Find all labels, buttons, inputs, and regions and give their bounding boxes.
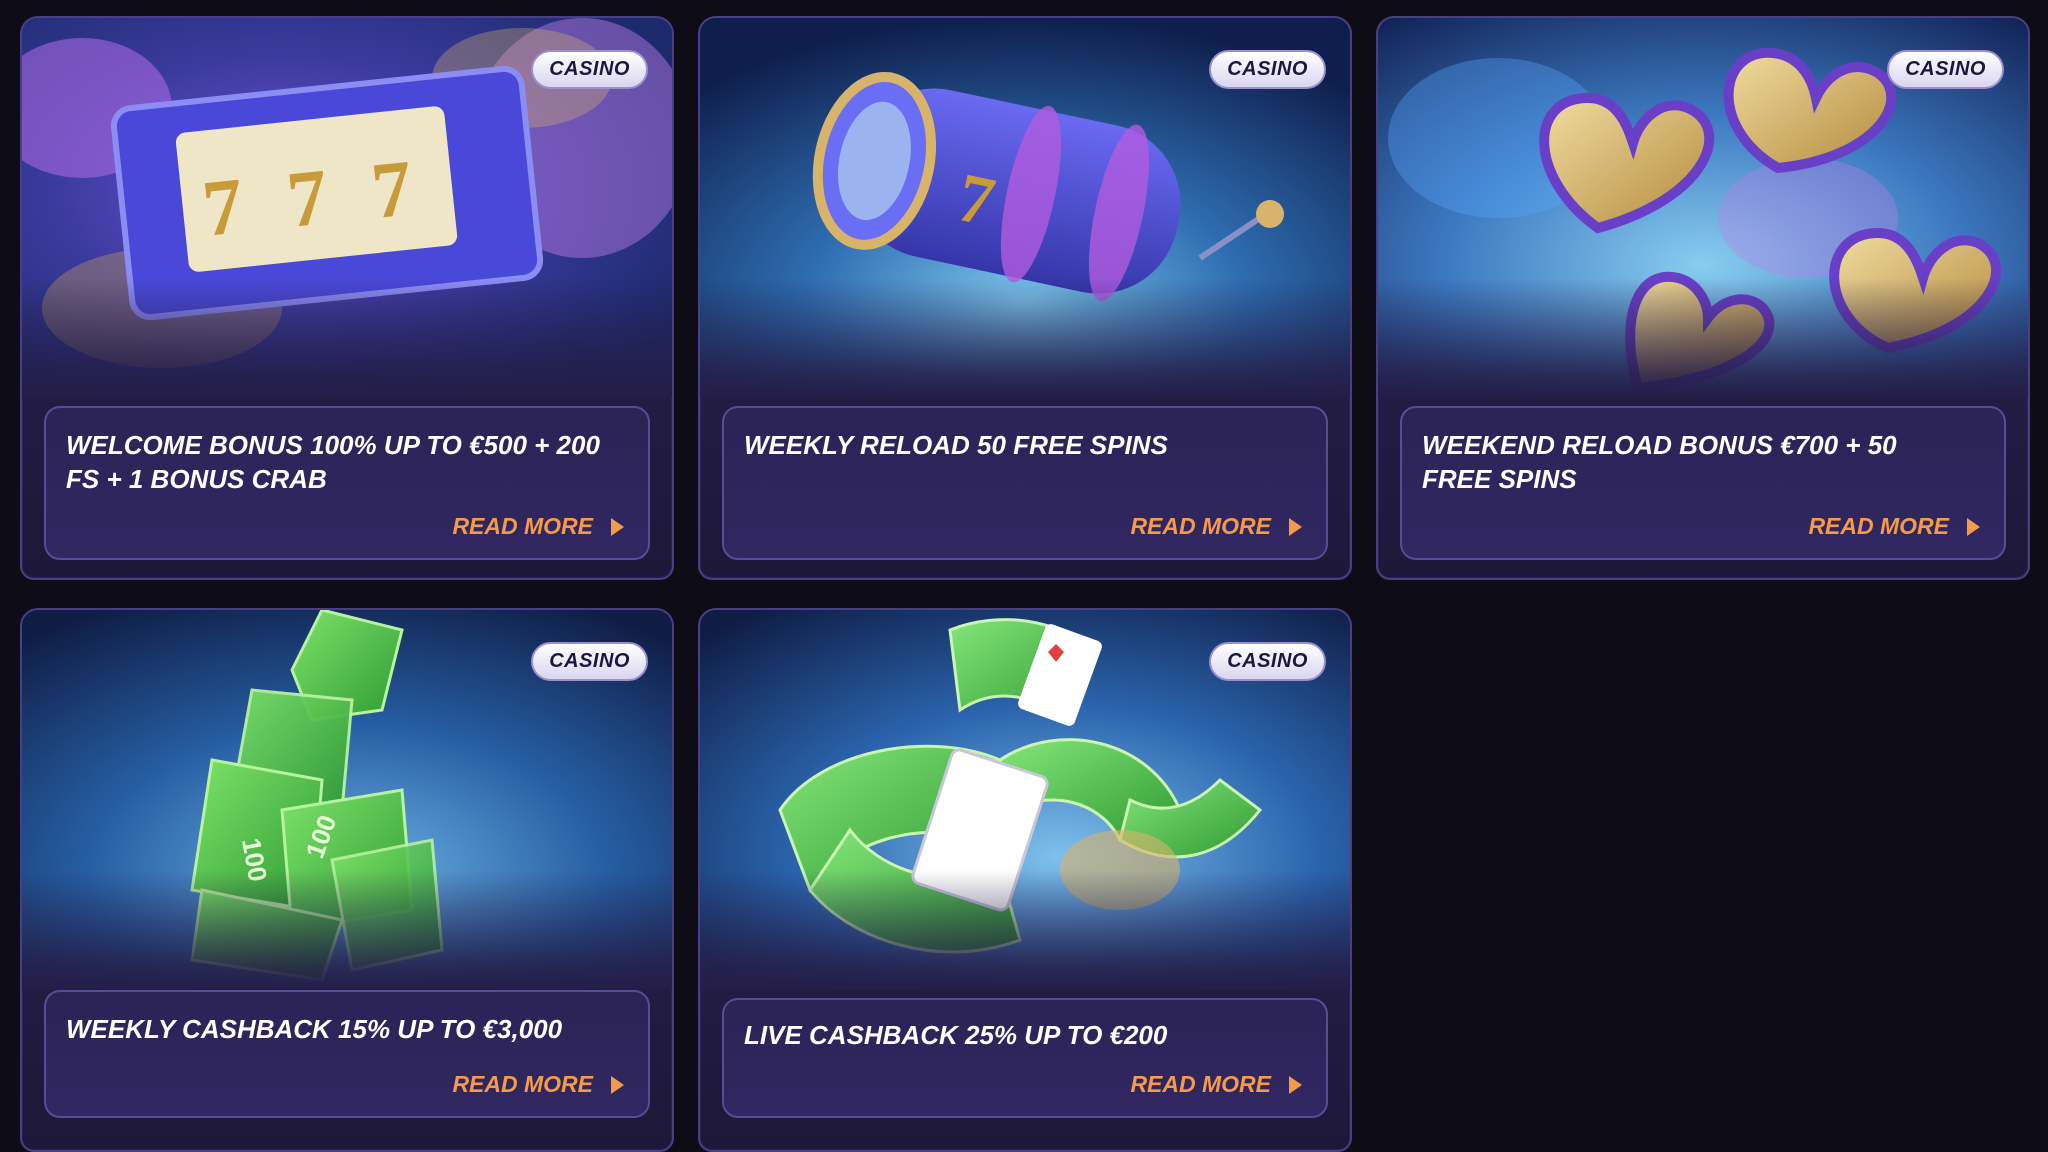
promo-title: WEEKLY CASHBACK 15% UP TO €3,000 <box>66 1014 563 1044</box>
promo-card[interactable]: 100 100 CASINO WEEKLY CASHBACK 15% UP TO… <box>20 608 674 1152</box>
read-more-label: READ MORE <box>452 1071 593 1097</box>
promo-info-panel: WEEKEND RELOAD BONUS €700 + 50 FREE SPIN… <box>1400 406 2006 560</box>
play-arrow-icon <box>611 517 624 536</box>
promo-card[interactable]: 7 7 7 CASINO WELCOME BONUS 100% UP TO €5… <box>20 16 674 580</box>
read-more-link[interactable]: READ MORE <box>1808 513 1980 540</box>
casino-badge: CASINO <box>531 642 648 681</box>
play-arrow-icon <box>1289 1075 1302 1094</box>
promo-title: WELCOME BONUS 100% UP TO €500 + 200 FS +… <box>66 430 600 494</box>
read-more-link[interactable]: READ MORE <box>1130 513 1302 540</box>
promo-info-panel: WEEKLY RELOAD 50 FREE SPINS READ MORE <box>722 406 1328 560</box>
promo-title: WEEKEND RELOAD BONUS €700 + 50 FREE SPIN… <box>1422 430 1897 494</box>
promo-card[interactable]: CASINO WEEKEND RELOAD BONUS €700 + 50 FR… <box>1376 16 2030 580</box>
casino-badge: CASINO <box>1209 50 1326 89</box>
read-more-link[interactable]: READ MORE <box>452 513 624 540</box>
promo-info-panel: WELCOME BONUS 100% UP TO €500 + 200 FS +… <box>44 406 650 560</box>
read-more-label: READ MORE <box>1130 1071 1271 1097</box>
read-more-label: READ MORE <box>452 513 593 539</box>
play-arrow-icon <box>611 1075 624 1094</box>
promo-title: WEEKLY RELOAD 50 FREE SPINS <box>744 430 1168 460</box>
casino-badge: CASINO <box>1209 642 1326 681</box>
promo-info-panel: LIVE CASHBACK 25% UP TO €200 READ MORE <box>722 998 1328 1118</box>
read-more-label: READ MORE <box>1808 513 1949 539</box>
read-more-link[interactable]: READ MORE <box>452 1071 624 1098</box>
promo-card[interactable]: 7 CASINO WEEKLY RELOAD 50 FREE SPINS REA… <box>698 16 1352 580</box>
read-more-link[interactable]: READ MORE <box>1130 1071 1302 1098</box>
promo-card[interactable]: CASINO LIVE CASHBACK 25% UP TO €200 READ… <box>698 608 1352 1152</box>
casino-badge: CASINO <box>1887 50 2004 89</box>
promo-title: LIVE CASHBACK 25% UP TO €200 <box>744 1020 1168 1050</box>
casino-badge: CASINO <box>531 50 648 89</box>
svg-text:100: 100 <box>236 836 273 884</box>
promo-info-panel: WEEKLY CASHBACK 15% UP TO €3,000 READ MO… <box>44 990 650 1118</box>
promotions-grid: 7 7 7 CASINO WELCOME BONUS 100% UP TO €5… <box>0 0 2048 1152</box>
play-arrow-icon <box>1967 517 1980 536</box>
read-more-label: READ MORE <box>1130 513 1271 539</box>
play-arrow-icon <box>1289 517 1302 536</box>
